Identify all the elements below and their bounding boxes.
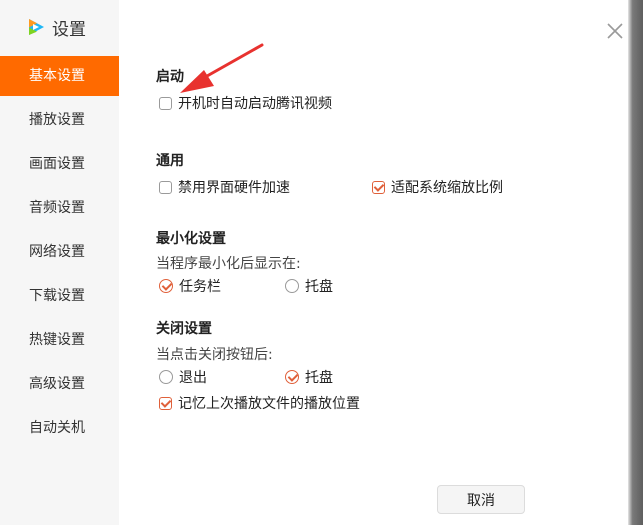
close-icon[interactable] [604, 20, 626, 42]
sidebar-item-picture[interactable]: 画面设置 [0, 144, 119, 184]
minimize-description: 当程序最小化后显示在: [156, 256, 301, 272]
minimize-taskbar-radio[interactable] [159, 279, 173, 293]
sidebar-item-basic[interactable]: 基本设置 [0, 56, 119, 96]
close-exit-radio[interactable] [159, 370, 173, 384]
minimize-section-title: 最小化设置 [156, 231, 226, 247]
cancel-button[interactable]: 取消 [437, 485, 525, 514]
close-exit-option[interactable]: 退出 [159, 367, 207, 387]
autostart-checkbox[interactable] [159, 96, 172, 110]
fit-scaling-option[interactable]: 适配系统缩放比例 [372, 177, 503, 197]
disable-hw-accel-label: 禁用界面硬件加速 [178, 180, 290, 196]
disable-hw-accel-checkbox[interactable] [159, 180, 172, 194]
close-exit-label: 退出 [179, 370, 207, 386]
startup-section-title: 启动 [156, 69, 184, 85]
window-title: 设置 [52, 19, 86, 40]
remember-position-checkbox[interactable] [159, 396, 172, 410]
autostart-option[interactable]: 开机时自动启动腾讯视频 [159, 93, 332, 113]
remember-position-option[interactable]: 记忆上次播放文件的播放位置 [159, 393, 360, 413]
sidebar-item-download[interactable]: 下载设置 [0, 276, 119, 316]
sidebar-item-playback[interactable]: 播放设置 [0, 100, 119, 140]
fit-scaling-label: 适配系统缩放比例 [391, 180, 503, 196]
minimize-taskbar-option[interactable]: 任务栏 [159, 276, 221, 296]
disable-hw-accel-option[interactable]: 禁用界面硬件加速 [159, 177, 290, 197]
sidebar-item-auto-shutdown[interactable]: 自动关机 [0, 408, 119, 448]
close-description: 当点击关闭按钮后: [156, 347, 273, 363]
close-tray-radio[interactable] [285, 370, 299, 384]
tencent-video-logo-icon [29, 19, 44, 35]
minimize-taskbar-label: 任务栏 [179, 279, 221, 295]
window-edge-shadow [628, 0, 643, 525]
minimize-tray-label: 托盘 [305, 279, 333, 295]
sidebar-item-hotkeys[interactable]: 热键设置 [0, 320, 119, 360]
general-section-title: 通用 [156, 153, 184, 169]
remember-position-label: 记忆上次播放文件的播放位置 [178, 396, 360, 412]
sidebar-item-advanced[interactable]: 高级设置 [0, 364, 119, 404]
fit-scaling-checkbox[interactable] [372, 180, 385, 194]
close-tray-option[interactable]: 托盘 [285, 367, 333, 387]
minimize-tray-option[interactable]: 托盘 [285, 276, 333, 296]
sidebar-item-network[interactable]: 网络设置 [0, 232, 119, 272]
sidebar-item-audio[interactable]: 音频设置 [0, 188, 119, 228]
minimize-tray-radio[interactable] [285, 279, 299, 293]
settings-dialog: 设置 基本设置 播放设置 画面设置 音频设置 网络设置 下载设置 热键设置 高级… [0, 0, 628, 525]
sidebar-nav: 基本设置 播放设置 画面设置 音频设置 网络设置 下载设置 热键设置 高级设置 … [0, 56, 119, 452]
sidebar: 设置 基本设置 播放设置 画面设置 音频设置 网络设置 下载设置 热键设置 高级… [0, 0, 119, 525]
close-section-title: 关闭设置 [156, 321, 212, 337]
brand: 设置 [26, 16, 86, 40]
autostart-label: 开机时自动启动腾讯视频 [178, 96, 332, 112]
close-tray-label: 托盘 [305, 370, 333, 386]
